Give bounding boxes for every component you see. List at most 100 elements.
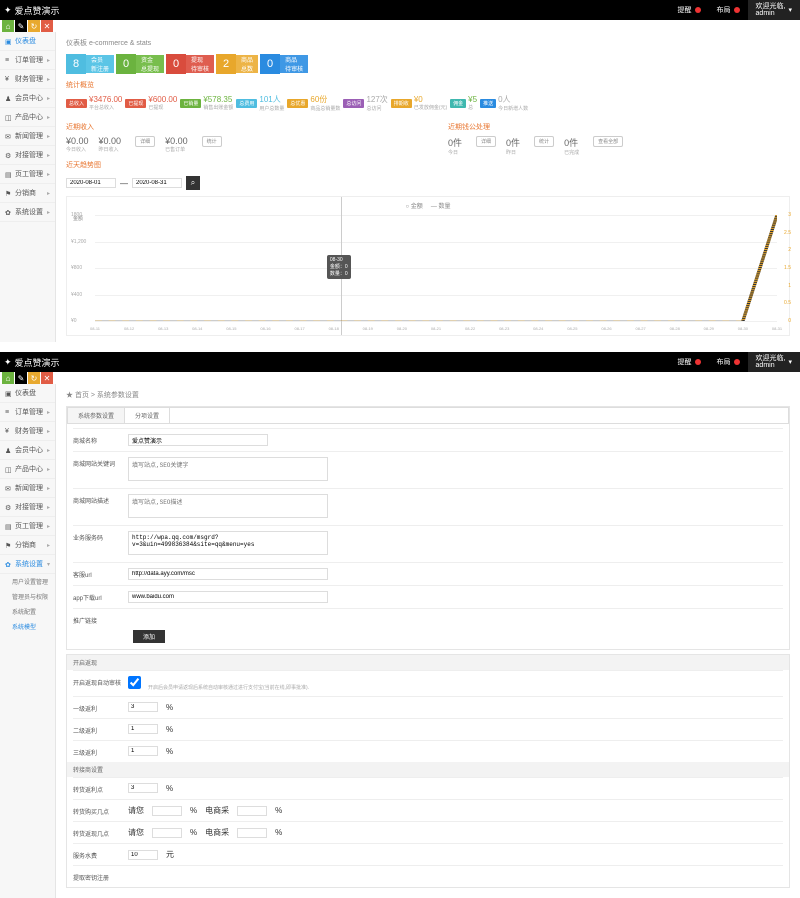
sub-sysconf[interactable]: 系统配置 <box>0 604 55 619</box>
metric-value: 101人 <box>259 94 284 105</box>
menu-pages[interactable]: ▤页工管理▸ <box>0 517 55 536</box>
breadcrumb: ★ 首页 > 系统参数设置 <box>66 390 790 400</box>
menu-products[interactable]: ◫产品中心▸ <box>0 108 55 127</box>
metric-tag: 已提现 <box>125 99 146 108</box>
search-button[interactable]: ⌕ <box>186 176 200 190</box>
input-lv3[interactable] <box>128 746 158 756</box>
income-tag-stats[interactable]: 统计 <box>202 136 222 147</box>
as-tag-2[interactable]: 统计 <box>534 136 554 147</box>
menu-products[interactable]: ◫产品中心▸ <box>0 460 55 479</box>
menu-reseller[interactable]: ⚑分销商▸ <box>0 184 55 203</box>
date-to-input[interactable] <box>132 178 182 188</box>
search-icon: ⌕ <box>191 178 195 188</box>
metric-sub: 总 <box>468 104 477 111</box>
input-lv2[interactable] <box>128 724 158 734</box>
input-seo-desc[interactable] <box>128 494 328 518</box>
sub-user-config[interactable]: 用户设置管理 <box>0 574 55 589</box>
menu-settings[interactable]: ✿系统设置▾ <box>0 555 55 574</box>
menu-reseller[interactable]: ⚑分销商▸ <box>0 536 55 555</box>
theme-yellow[interactable]: ↻ <box>28 20 40 32</box>
metric-value: ¥3476.00 <box>89 95 122 104</box>
chevron-icon: ▸ <box>47 190 50 197</box>
gear-icon: ✿ <box>5 561 12 568</box>
notify-badge <box>695 359 701 365</box>
input-res-get-b[interactable] <box>237 828 267 838</box>
section-aftersale-title: 近期钱公处理 <box>448 122 790 132</box>
lbl-autopass: 开启返现自动审核 <box>73 676 128 687</box>
menu-finance[interactable]: ¥财务管理▸ <box>0 70 55 89</box>
metric: 已提现¥600.00已提现 <box>125 94 177 112</box>
date-from-input[interactable] <box>66 178 116 188</box>
metric-value: 0人 <box>498 94 528 105</box>
theme-black[interactable]: ✎ <box>15 372 27 384</box>
input-sf[interactable] <box>128 850 158 860</box>
metric-sub: 平台总收入 <box>89 104 122 111</box>
theme-green[interactable]: ⌂ <box>2 20 14 32</box>
menu-dashboard[interactable]: ▣仪表盘 <box>0 384 55 403</box>
menu-dashboard[interactable]: ▣仪表盘 <box>0 32 55 51</box>
menu-finance[interactable]: ¥财务管理▸ <box>0 422 55 441</box>
stat-funds[interactable]: 0资金总提现 <box>116 54 164 74</box>
menu-news[interactable]: ✉新闻管理▸ <box>0 479 55 498</box>
input-res-buy-a[interactable] <box>152 806 182 816</box>
sub-admin[interactable]: 管理员与权限 <box>0 589 55 604</box>
menu-orders[interactable]: ≡订单管理▸ <box>0 403 55 422</box>
money-icon: ¥ <box>5 428 12 435</box>
tab-sub-config[interactable]: 分项设置 <box>125 408 170 423</box>
menu-settings[interactable]: ✿系统设置▸ <box>0 203 55 222</box>
list-icon: ≡ <box>5 57 12 64</box>
stat-withdraw[interactable]: 0提现待审核 <box>166 54 214 74</box>
metric-value: ¥5 <box>468 95 477 104</box>
sub-sysmodel[interactable]: 系统模型 <box>0 619 55 634</box>
chevron-icon: ▸ <box>47 114 50 121</box>
menu-orders[interactable]: ≡订单管理▸ <box>0 51 55 70</box>
user-menu[interactable]: 欢迎光临,admin▾ <box>748 352 800 372</box>
theme-yellow[interactable]: ↻ <box>28 372 40 384</box>
user-menu[interactable]: 欢迎光临,admin ▾ <box>748 0 800 20</box>
input-lv1[interactable] <box>128 702 158 712</box>
leaf-icon: ✦ <box>4 357 12 368</box>
stat-members[interactable]: 8会员新注册 <box>66 54 114 74</box>
input-seo-kw[interactable] <box>128 457 328 481</box>
income-sold: ¥0.00 <box>165 136 188 146</box>
layout-link[interactable]: 布局 <box>709 0 748 20</box>
metric: 总访问127次总访问 <box>343 94 387 112</box>
as-tag-1[interactable]: 详细 <box>476 136 496 147</box>
section-income-title: 近期收入 <box>66 122 408 132</box>
input-app[interactable] <box>128 591 328 603</box>
menu-pages[interactable]: ▤页工管理▸ <box>0 165 55 184</box>
lbl-lv3: 三级返利 <box>73 746 128 757</box>
theme-black[interactable]: ✎ <box>15 20 27 32</box>
input-kefu[interactable] <box>128 568 328 580</box>
input-res-def[interactable] <box>128 783 158 793</box>
stat-goods[interactable]: 2商品总数 <box>216 54 258 74</box>
income-tag-detail[interactable]: 详细 <box>135 136 155 147</box>
as-today: 0件 <box>448 136 462 149</box>
menu-members[interactable]: ♟会员中心▸ <box>0 89 55 108</box>
tabs: 系统参数设置 分项设置 <box>67 407 789 424</box>
news-icon: ✉ <box>5 133 12 140</box>
leaf-icon: ✦ <box>4 5 12 16</box>
input-res-get-a[interactable] <box>152 828 182 838</box>
input-service-code[interactable] <box>128 531 328 555</box>
menu-api[interactable]: ⚙对接管理▸ <box>0 498 55 517</box>
menu-members[interactable]: ♟会员中心▸ <box>0 441 55 460</box>
as-tag-3[interactable]: 查看全部 <box>593 136 623 147</box>
box-icon: ◫ <box>5 466 12 473</box>
theme-red[interactable]: ✕ <box>41 20 53 32</box>
tab-sys-param[interactable]: 系统参数设置 <box>68 408 125 423</box>
chevron-icon: ▸ <box>47 133 50 140</box>
notify-link[interactable]: 提醒 <box>670 352 709 372</box>
theme-red[interactable]: ✕ <box>41 372 53 384</box>
notify-link[interactable]: 提醒 <box>670 0 709 20</box>
menu-api[interactable]: ⚙对接管理▸ <box>0 146 55 165</box>
metric: 总费用101人用户总数量 <box>236 94 284 112</box>
theme-green[interactable]: ⌂ <box>2 372 14 384</box>
menu-news[interactable]: ✉新闻管理▸ <box>0 127 55 146</box>
input-res-buy-b[interactable] <box>237 806 267 816</box>
layout-link[interactable]: 布局 <box>709 352 748 372</box>
input-site-name[interactable] <box>128 434 268 446</box>
chk-autopass[interactable] <box>128 676 141 689</box>
submit-button[interactable]: 添加 <box>133 630 165 643</box>
stat-pending[interactable]: 0商品待审核 <box>260 54 308 74</box>
